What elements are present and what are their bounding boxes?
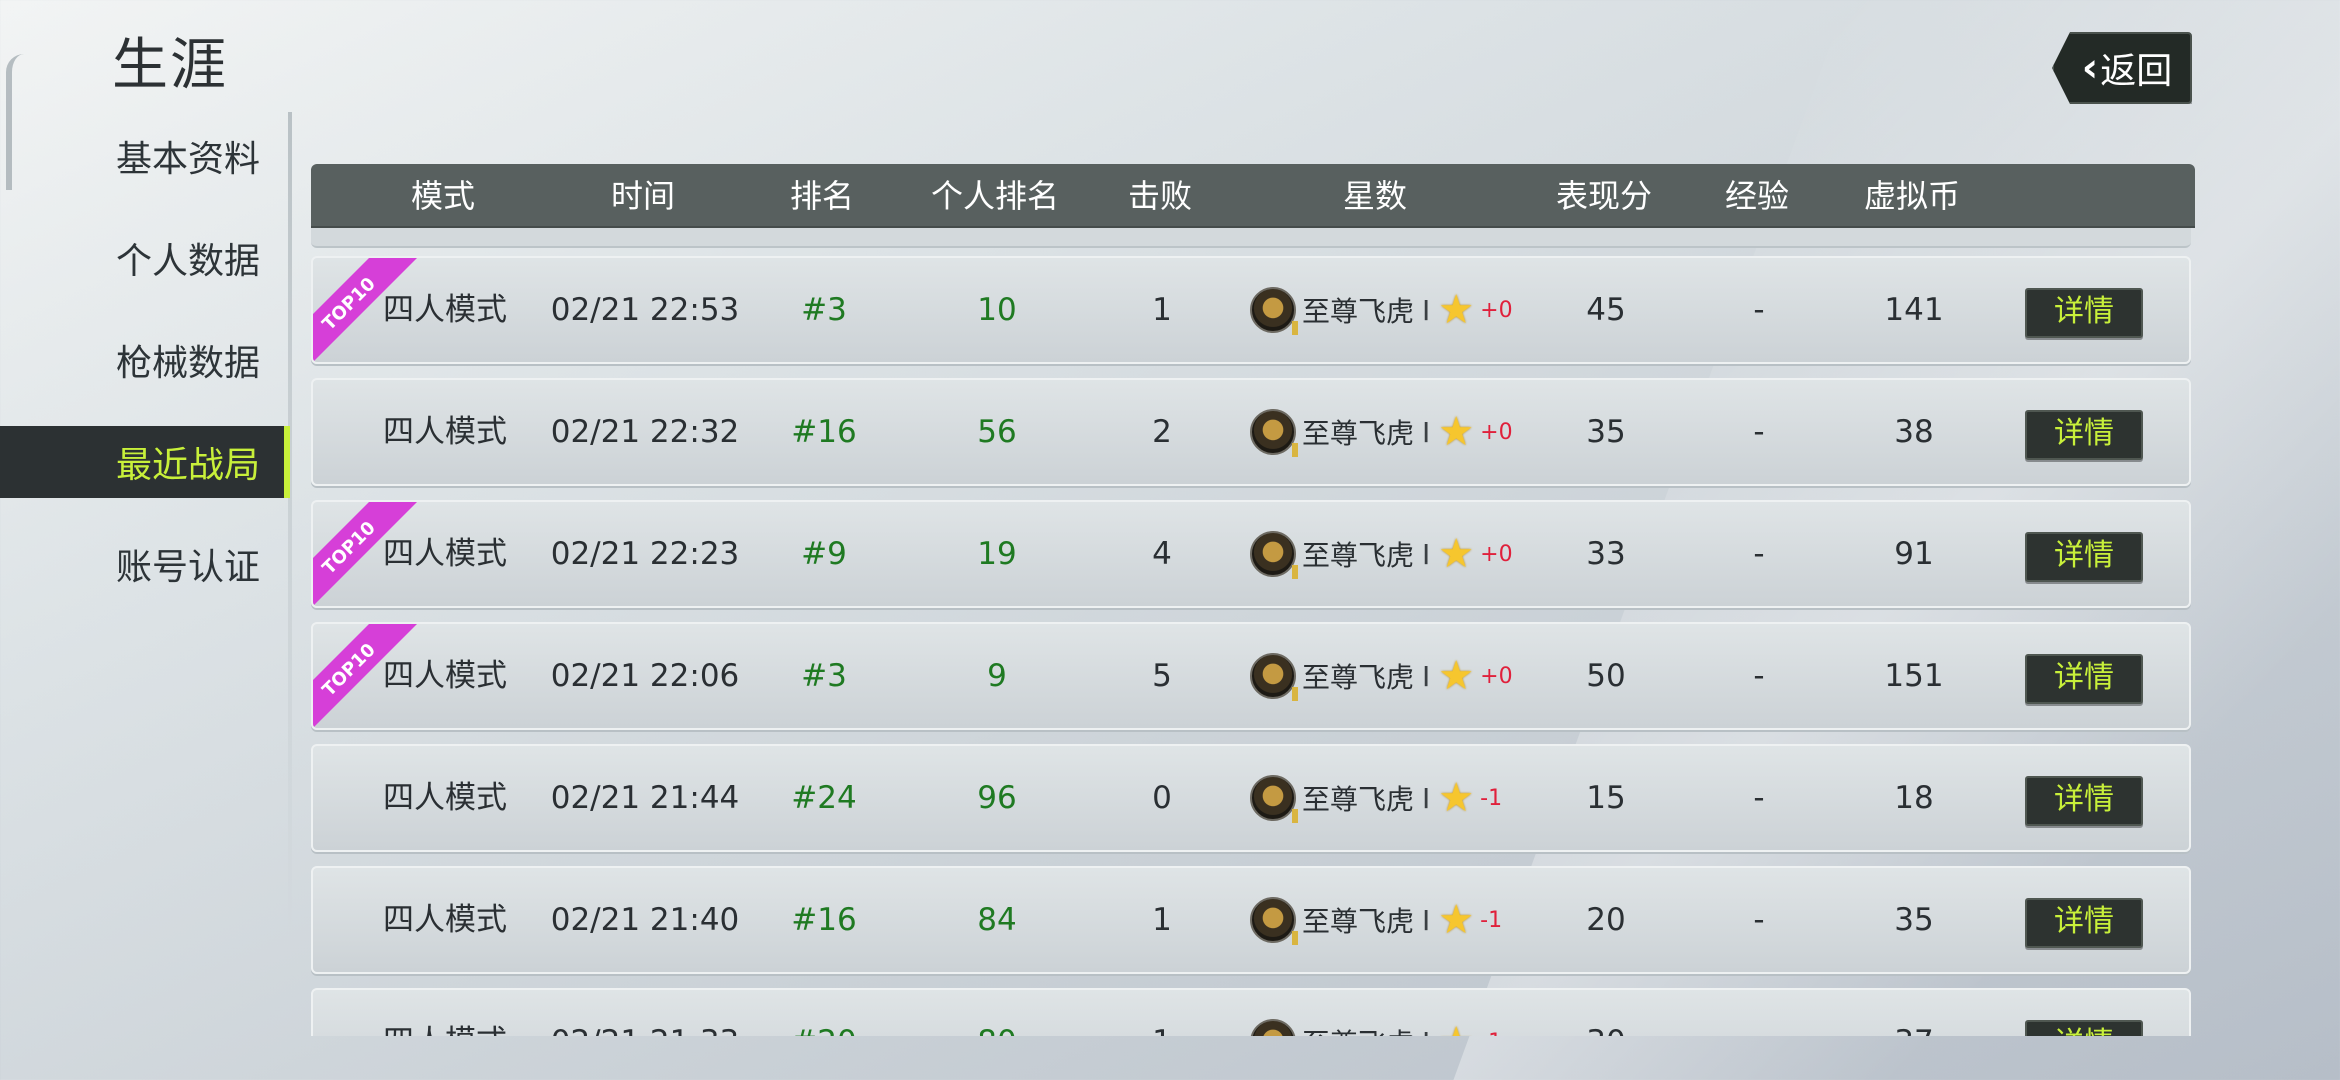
tier-name: 至尊飞虎: [1302, 661, 1415, 694]
cell-kills: 1: [1042, 990, 1282, 1036]
column-header-5[interactable]: 星数: [1265, 164, 1485, 228]
sidebar-item-label: 账号认证: [115, 547, 260, 588]
column-header-4[interactable]: 击败: [1050, 164, 1270, 228]
cell-coins: 18: [1894, 780, 1934, 816]
tier-badge-icon: [1250, 653, 1298, 701]
star-icon: ★: [1438, 775, 1475, 821]
row-partial-top: [311, 228, 2191, 248]
cell-stars: 至尊飞虎I★-1: [1250, 868, 1520, 972]
star-delta: -1: [1480, 907, 1503, 933]
cell-kills: 4: [1152, 536, 1172, 572]
star-delta: +0: [1480, 419, 1513, 445]
tier-badge-icon: [1250, 1019, 1296, 1036]
star-delta: +0: [1480, 663, 1513, 689]
star-icon: ★: [1438, 287, 1475, 333]
cell-stars: 至尊飞虎 I ★ +0: [1250, 380, 1520, 484]
table-row[interactable]: TOP10 四人模式 02/21 22:53 #3 10 1 45-141 至尊飞虎 I ★ +0 详…: [311, 256, 2191, 364]
detail-button[interactable]: 详情: [2025, 776, 2143, 826]
star-delta: -1: [1480, 1030, 1502, 1037]
match-list[interactable]: TOP10 四人模式 02/21 22:53 #3 10 1 45-141 至尊飞虎 I ★ +0 详…: [311, 228, 2195, 1036]
cell-kills: 5: [1152, 658, 1172, 694]
sidebar-item-label: 最近战局: [115, 445, 260, 486]
star-icon: ★: [1438, 531, 1475, 577]
tier-level: I: [1422, 537, 1431, 571]
cell-kills: 1: [1152, 902, 1172, 938]
tier-level: I: [1422, 293, 1431, 327]
back-button-label: 返回: [2100, 51, 2173, 92]
tier-badge-icon: [1250, 409, 1298, 457]
cell-stars: 至尊飞虎I★-1: [1250, 746, 1520, 850]
star-icon: ★: [1438, 1022, 1474, 1036]
sidebar-item-3[interactable]: 最近战局: [0, 426, 290, 498]
star-delta: -1: [1480, 785, 1503, 811]
sidebar-item-label: 个人数据: [115, 241, 260, 282]
cell-coins: 91: [1894, 536, 1934, 572]
chevron-left-icon: ‹: [2081, 45, 2099, 91]
cell-coins: 35: [1894, 902, 1934, 938]
star-delta: +0: [1480, 541, 1513, 567]
tier-name: 至尊飞虎: [1302, 295, 1415, 328]
tier-name: 至尊飞虎: [1302, 1022, 1414, 1036]
detail-button[interactable]: 详情: [2025, 410, 2143, 460]
table-row[interactable]: 四人模式 02/21 21:44 #24 96 0 15-18 至尊飞虎 I ★ -1 详情: [311, 744, 2191, 852]
cell-stars: 至尊飞虎 I ★ +0: [1250, 502, 1520, 606]
cell-kills: 0: [1152, 780, 1172, 816]
tier-name: 至尊飞虎: [1302, 417, 1415, 450]
detail-button[interactable]: 详情: [2025, 1020, 2143, 1036]
table-row[interactable]: TOP10 四人模式 02/21 22:23 #9 19 4 33-91 至尊飞虎 I ★ +0 详情: [311, 500, 2191, 608]
table-row[interactable]: 四人模式 02/21 21:40 #16 84 1 20-35 至尊飞虎 I ★ -1 详情: [311, 866, 2191, 974]
star-delta: +0: [1480, 297, 1513, 323]
tier-badge-icon: [1250, 531, 1298, 579]
sidebar-item-label: 枪械数据: [115, 343, 260, 384]
tier-level: I: [1422, 659, 1431, 693]
cell-stars: 至尊飞虎 I ★ +0: [1250, 624, 1520, 728]
cell-coins: 151: [1884, 658, 1944, 694]
column-header-8[interactable]: 虚拟币: [1802, 164, 2022, 228]
sidebar: 基本资料个人数据枪械数据最近战局账号认证: [0, 120, 290, 630]
detail-button[interactable]: 详情: [2025, 898, 2143, 948]
detail-button[interactable]: 详情: [2025, 654, 2143, 704]
cell-stars: 至尊飞虎 I ★ +0: [1250, 258, 1520, 362]
column-header-0[interactable]: 模式: [333, 164, 553, 228]
tier-level: I: [1422, 1026, 1430, 1037]
star-icon: ★: [1438, 653, 1475, 699]
sidebar-item-0[interactable]: 基本资料: [0, 120, 290, 192]
sidebar-item-1[interactable]: 个人数据: [0, 222, 290, 294]
cell-coins: 37: [1794, 990, 2034, 1036]
detail-button[interactable]: 详情: [2025, 288, 2143, 338]
sidebar-item-2[interactable]: 枪械数据: [0, 324, 290, 396]
sidebar-item-label: 基本资料: [115, 139, 260, 180]
back-button[interactable]: ‹ 返回: [2052, 32, 2192, 104]
tier-name: 至尊飞虎: [1302, 905, 1415, 938]
table-row[interactable]: TOP10 四人模式 02/21 22:06 #3 9 5 50-151 至尊飞虎 I ★ +0 详情: [311, 622, 2191, 730]
tier-badge-icon: [1250, 775, 1298, 823]
cell-coins: 38: [1894, 414, 1934, 450]
page-title: 生涯: [112, 33, 228, 98]
cell-stars: 至尊飞虎 I ★ -1: [1250, 990, 1520, 1036]
star-icon: ★: [1438, 897, 1475, 943]
cell-kills: 2: [1152, 414, 1172, 450]
tier-badge-icon: [1250, 897, 1298, 945]
tier-name: 至尊飞虎: [1302, 783, 1415, 816]
sidebar-item-4[interactable]: 账号认证: [0, 528, 290, 600]
tier-badge-icon: [1250, 287, 1298, 335]
cell-kills: 1: [1152, 292, 1172, 328]
table-row[interactable]: 四人模式02/21 21:33#2080130-37至尊飞虎I★-1详情: [311, 988, 2191, 1036]
detail-button[interactable]: 详情: [2025, 532, 2143, 582]
tier-level: I: [1422, 781, 1431, 815]
tier-level: I: [1422, 903, 1431, 937]
tier-level: I: [1422, 415, 1431, 449]
table-row[interactable]: 四人模式 02/21 22:32 #16 56 2 35-38 至尊飞虎 I ★ +0 详情: [311, 378, 2191, 486]
table-header: 模式 时间 排名 个人排名 击败 星数 表现分 经验 虚拟币: [311, 164, 2195, 228]
star-icon: ★: [1438, 409, 1475, 455]
cell-coins: 141: [1884, 292, 1944, 328]
tier-name: 至尊飞虎: [1302, 539, 1415, 572]
